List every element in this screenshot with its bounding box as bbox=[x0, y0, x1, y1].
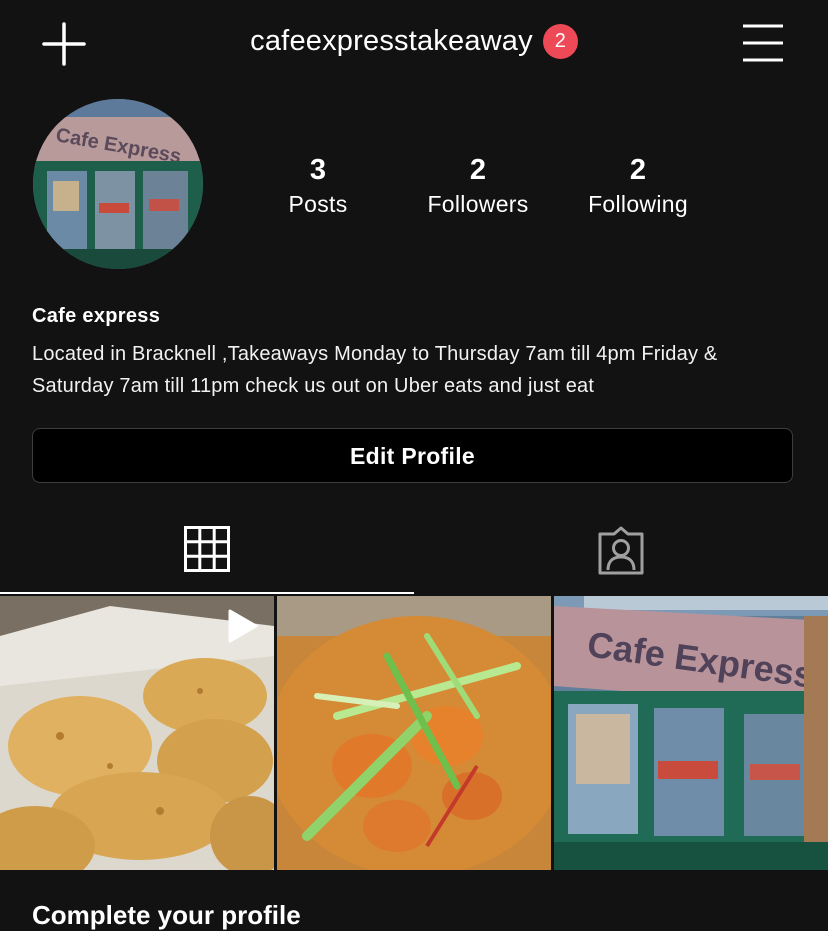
complete-profile-heading: Complete your profile bbox=[32, 900, 301, 930]
rice-dish-post-image bbox=[277, 596, 551, 870]
posts-count: 3 bbox=[309, 154, 327, 186]
storefront-post-image: Cafe Express bbox=[554, 596, 828, 870]
stat-followers[interactable]: 2 Followers bbox=[398, 152, 558, 220]
menu-button[interactable] bbox=[740, 22, 786, 64]
username[interactable]: cafeexpresstakeaway bbox=[250, 25, 533, 58]
bio-text: Located in Bracknell ,Takeaways Monday t… bbox=[32, 343, 718, 397]
posts-label: Posts bbox=[288, 191, 348, 217]
profile-avatar[interactable]: Cafe Express bbox=[33, 99, 203, 269]
followers-count: 2 bbox=[469, 154, 487, 186]
edit-profile-button[interactable]: Edit Profile bbox=[32, 428, 793, 483]
play-icon bbox=[228, 609, 258, 643]
notification-badge: 2 bbox=[542, 24, 578, 59]
post-thumbnail-3[interactable]: Cafe Express bbox=[554, 596, 828, 870]
top-bar: cafeexpresstakeaway 2 bbox=[0, 0, 828, 90]
post-thumbnail-1[interactable] bbox=[0, 596, 274, 870]
following-label: Following bbox=[588, 191, 688, 217]
grid-icon bbox=[184, 526, 230, 572]
stat-following[interactable]: 2 Following bbox=[558, 152, 718, 220]
account-switcher[interactable]: cafeexpresstakeaway 2 bbox=[0, 24, 828, 59]
tagged-person-icon bbox=[598, 526, 644, 575]
tab-tagged[interactable] bbox=[414, 512, 828, 594]
followers-label: Followers bbox=[427, 191, 529, 217]
post-thumbnail-2[interactable] bbox=[277, 596, 551, 870]
display-name: Cafe express bbox=[32, 305, 161, 327]
stat-posts[interactable]: 3 Posts bbox=[238, 152, 398, 220]
storefront-avatar-image: Cafe Express bbox=[33, 99, 203, 269]
tab-posts-grid[interactable] bbox=[0, 512, 414, 594]
hamburger-menu-icon bbox=[743, 24, 783, 62]
following-count: 2 bbox=[629, 154, 647, 186]
